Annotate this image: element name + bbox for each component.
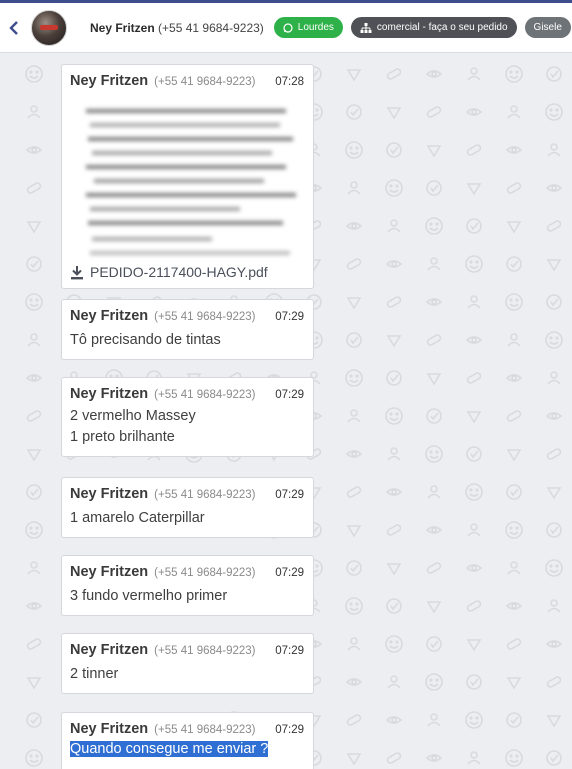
- contact-avatar[interactable]: [31, 9, 67, 46]
- tag-gisele[interactable]: Gisele: [524, 17, 571, 38]
- message-time: 07:29: [275, 724, 304, 736]
- contact-phone: (+55 41 9684-9223): [158, 20, 264, 35]
- chevron-left-icon: [9, 20, 18, 35]
- message-bubble[interactable]: Ney Fritzen (+55 41 9684-9223) 07:29 1 a…: [61, 477, 314, 538]
- message-sender: Ney Fritzen: [70, 564, 149, 580]
- message-sender: Ney Fritzen: [70, 386, 149, 402]
- contact-info: Ney Fritzen (+55 41 9684-9223): [90, 21, 264, 35]
- back-button[interactable]: [1, 3, 27, 53]
- message-bubble[interactable]: Ney Fritzen (+55 41 9684-9223) 07:29 Tô …: [61, 299, 314, 360]
- message-time: 07:29: [275, 389, 304, 401]
- message-bubble[interactable]: Ney Fritzen (+55 41 9684-9223) 07:29 2 v…: [61, 377, 314, 457]
- message-sender: Ney Fritzen: [70, 721, 149, 737]
- message-phone: (+55 41 9684-9223): [154, 389, 256, 401]
- message-text: 3 fundo vermelho primer: [70, 588, 228, 604]
- message-bubble[interactable]: Ney Fritzen (+55 41 9684-9223) 07:29 Qua…: [61, 712, 314, 769]
- tag-comercial[interactable]: comercial - faça o seu pedido: [350, 17, 517, 38]
- message-time: 07:29: [275, 311, 304, 323]
- message-text: 1 preto brilhante: [70, 429, 175, 445]
- message-phone: (+55 41 9684-9223): [154, 311, 256, 323]
- message-bubble[interactable]: Ney Fritzen (+55 41 9684-9223) 07:28 PED…: [61, 64, 314, 289]
- message-time: 07:29: [275, 489, 304, 501]
- message-text: 1 amarelo Caterpillar: [70, 510, 205, 526]
- message-bubble[interactable]: Ney Fritzen (+55 41 9684-9223) 07:29 2 t…: [61, 633, 314, 694]
- message-text-selected: Quando consegue me enviar ?: [70, 741, 269, 757]
- message-phone: (+55 41 9684-9223): [154, 724, 256, 736]
- tag-label: comercial - faça o seu pedido: [376, 22, 508, 33]
- whatsapp-icon: [283, 22, 293, 33]
- tag-label: Lourdes: [297, 22, 334, 33]
- message-time: 07:28: [275, 76, 304, 88]
- message-phone: (+55 41 9684-9223): [154, 645, 256, 657]
- pdf-filename: PEDIDO-2117400-HAGY.pdf: [90, 264, 268, 280]
- contact-name: Ney Fritzen: [90, 20, 155, 35]
- message-phone: (+55 41 9684-9223): [154, 489, 256, 501]
- message-sender: Ney Fritzen: [70, 308, 149, 324]
- pdf-preview[interactable]: [70, 95, 306, 260]
- message-bubble[interactable]: Ney Fritzen (+55 41 9684-9223) 07:29 3 f…: [61, 555, 314, 616]
- message-text: 2 vermelho Massey: [70, 408, 196, 424]
- message-time: 07:29: [275, 567, 304, 579]
- message-phone: (+55 41 9684-9223): [154, 76, 256, 88]
- download-icon: [71, 265, 83, 279]
- message-text: 2 tinner: [70, 666, 119, 682]
- message-sender: Ney Fritzen: [70, 486, 149, 502]
- tag-label: Gisele: [533, 22, 562, 33]
- chat-area[interactable]: Ney Fritzen (+55 41 9684-9223) 07:28 PED…: [0, 54, 572, 769]
- pdf-attachment-link[interactable]: PEDIDO-2117400-HAGY.pdf: [70, 264, 304, 280]
- message-sender: Ney Fritzen: [70, 642, 149, 658]
- message-phone: (+55 41 9684-9223): [154, 567, 256, 579]
- tag-lourdes[interactable]: Lourdes: [273, 17, 343, 38]
- chat-header: Ney Fritzen (+55 41 9684-9223) Lourdes c…: [0, 3, 572, 53]
- sitemap-icon: [360, 22, 372, 33]
- message-text: Tô precisando de tintas: [70, 332, 221, 348]
- message-time: 07:29: [275, 645, 304, 657]
- message-sender: Ney Fritzen: [70, 73, 149, 89]
